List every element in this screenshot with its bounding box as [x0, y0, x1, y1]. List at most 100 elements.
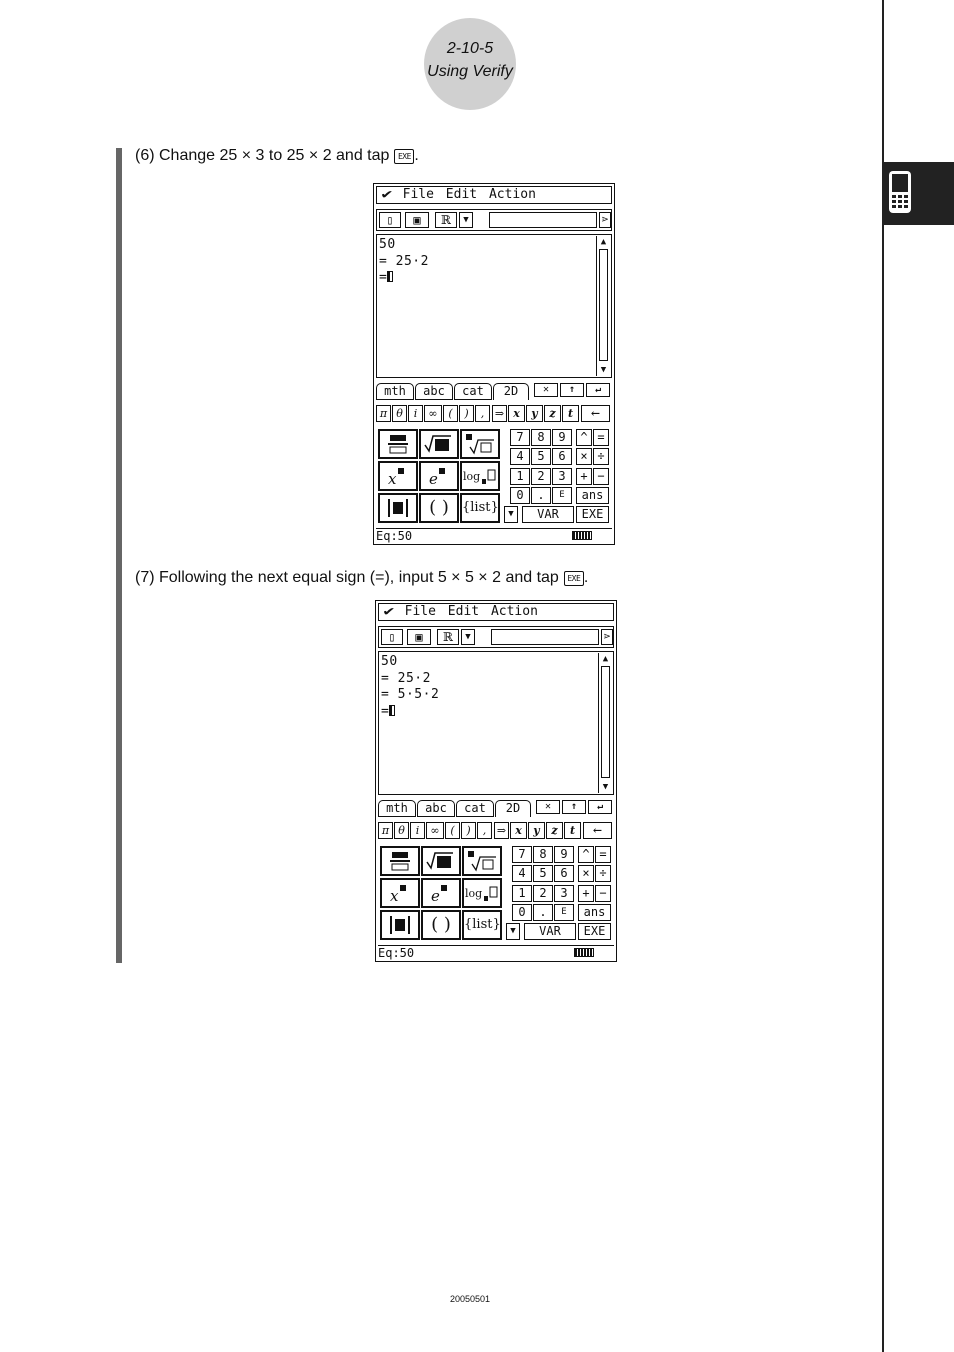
more-keys-icon[interactable]: ▼ — [506, 923, 520, 940]
key-open-paren[interactable]: ( — [445, 822, 460, 839]
key-2[interactable]: 2 — [533, 885, 553, 902]
key-5[interactable]: 5 — [531, 448, 551, 465]
fraction-template-icon[interactable] — [380, 846, 420, 876]
key-3[interactable]: 3 — [552, 468, 572, 485]
more-keys-icon[interactable]: ▼ — [504, 506, 518, 523]
menu-action[interactable]: Action — [491, 604, 538, 619]
key-decimal[interactable]: . — [533, 904, 553, 921]
key-implies[interactable]: ⇒ — [492, 405, 507, 422]
menu-file[interactable]: File — [403, 187, 434, 202]
key-2[interactable]: 2 — [531, 468, 551, 485]
key-theta[interactable]: θ — [392, 405, 407, 422]
save-icon[interactable]: ▣ — [405, 212, 429, 228]
key-exp[interactable]: E — [552, 487, 572, 504]
key-caret[interactable]: ^ — [576, 429, 592, 446]
keyboard-return-icon[interactable]: ↵ — [586, 383, 610, 397]
key-8[interactable]: 8 — [531, 429, 551, 446]
scroll-down-icon[interactable]: ▼ — [598, 364, 609, 376]
key-caret[interactable]: ^ — [578, 846, 594, 863]
parens-template-icon[interactable]: ( ) — [421, 910, 461, 940]
key-9[interactable]: 9 — [554, 846, 574, 863]
list-template-icon[interactable]: {list} — [460, 493, 500, 523]
scroll-up-icon[interactable]: ▲ — [600, 653, 611, 665]
key-4[interactable]: 4 — [510, 448, 530, 465]
toolbar-more-icon[interactable]: ⋗ — [601, 629, 613, 645]
key-multiply[interactable]: × — [578, 865, 594, 882]
tab-mth[interactable]: mth — [376, 383, 414, 400]
tab-abc[interactable]: abc — [415, 383, 453, 400]
abs-template-icon[interactable] — [378, 493, 418, 523]
key-pi[interactable]: π — [376, 405, 391, 422]
key-minus[interactable]: − — [593, 468, 609, 485]
scroll-track[interactable] — [599, 249, 608, 361]
key-open-paren[interactable]: ( — [443, 405, 458, 422]
menu-edit[interactable]: Edit — [448, 604, 479, 619]
key-7[interactable]: 7 — [510, 429, 530, 446]
key-1[interactable]: 1 — [510, 468, 530, 485]
menu-file[interactable]: File — [405, 604, 436, 619]
real-mode-icon[interactable]: ℝ — [435, 212, 457, 228]
menu-chevron-icon[interactable]: ✔ — [383, 604, 394, 620]
power-template-icon[interactable]: x — [378, 461, 418, 491]
tab-mth[interactable]: mth — [378, 800, 416, 817]
key-i[interactable]: i — [410, 822, 425, 839]
scrollbar[interactable]: ▲ ▼ — [596, 236, 610, 376]
key-1[interactable]: 1 — [512, 885, 532, 902]
new-file-icon[interactable]: ▯ — [381, 629, 403, 645]
save-icon[interactable]: ▣ — [407, 629, 431, 645]
key-9[interactable]: 9 — [552, 429, 572, 446]
key-pi[interactable]: π — [378, 822, 393, 839]
tab-cat[interactable]: cat — [454, 383, 492, 400]
parens-template-icon[interactable]: ( ) — [419, 493, 459, 523]
keyboard-up-icon[interactable]: ↑ — [560, 383, 584, 397]
nth-root-template-icon[interactable] — [460, 429, 500, 459]
real-mode-icon[interactable]: ℝ — [437, 629, 459, 645]
key-infinity[interactable]: ∞ — [424, 405, 442, 422]
key-equals[interactable]: = — [593, 429, 609, 446]
abs-template-icon[interactable] — [380, 910, 420, 940]
key-x[interactable]: x — [508, 405, 525, 422]
key-5[interactable]: 5 — [533, 865, 553, 882]
key-comma[interactable]: , — [477, 822, 492, 839]
scroll-down-icon[interactable]: ▼ — [600, 781, 611, 793]
key-3[interactable]: 3 — [554, 885, 574, 902]
key-x[interactable]: x — [510, 822, 527, 839]
toolbar-more-icon[interactable]: ⋗ — [599, 212, 611, 228]
key-0[interactable]: 0 — [510, 487, 530, 504]
dropdown-arrow-icon[interactable]: ▼ — [461, 629, 475, 645]
sqrt-template-icon[interactable] — [421, 846, 461, 876]
menu-action[interactable]: Action — [489, 187, 536, 202]
toolbar-field[interactable] — [491, 629, 599, 645]
key-6[interactable]: 6 — [554, 865, 574, 882]
key-divide[interactable]: ÷ — [595, 865, 611, 882]
key-z[interactable]: z — [546, 822, 563, 839]
key-exe[interactable]: EXE — [578, 923, 611, 940]
dropdown-arrow-icon[interactable]: ▼ — [459, 212, 473, 228]
key-var[interactable]: VAR — [522, 506, 574, 523]
key-ans[interactable]: ans — [578, 904, 611, 921]
tab-2d[interactable]: 2D — [493, 383, 529, 400]
exp-template-icon[interactable]: e — [419, 461, 459, 491]
tab-2d[interactable]: 2D — [495, 800, 531, 817]
log-template-icon[interactable]: log — [460, 461, 500, 491]
key-implies[interactable]: ⇒ — [494, 822, 509, 839]
key-7[interactable]: 7 — [512, 846, 532, 863]
key-theta[interactable]: θ — [394, 822, 409, 839]
fraction-template-icon[interactable] — [378, 429, 418, 459]
key-multiply[interactable]: × — [576, 448, 592, 465]
key-decimal[interactable]: . — [531, 487, 551, 504]
key-backspace[interactable]: ← — [583, 822, 612, 839]
key-y[interactable]: y — [526, 405, 543, 422]
key-y[interactable]: y — [528, 822, 545, 839]
keyboard-close-icon[interactable]: ✕ — [534, 383, 558, 397]
key-plus[interactable]: + — [578, 885, 594, 902]
list-template-icon[interactable]: {list} — [462, 910, 502, 940]
key-4[interactable]: 4 — [512, 865, 532, 882]
key-exp[interactable]: E — [554, 904, 574, 921]
log-template-icon[interactable]: log — [462, 878, 502, 908]
power-template-icon[interactable]: x — [380, 878, 420, 908]
key-comma[interactable]: , — [475, 405, 490, 422]
nth-root-template-icon[interactable] — [462, 846, 502, 876]
keyboard-close-icon[interactable]: ✕ — [536, 800, 560, 814]
key-t[interactable]: t — [564, 822, 581, 839]
